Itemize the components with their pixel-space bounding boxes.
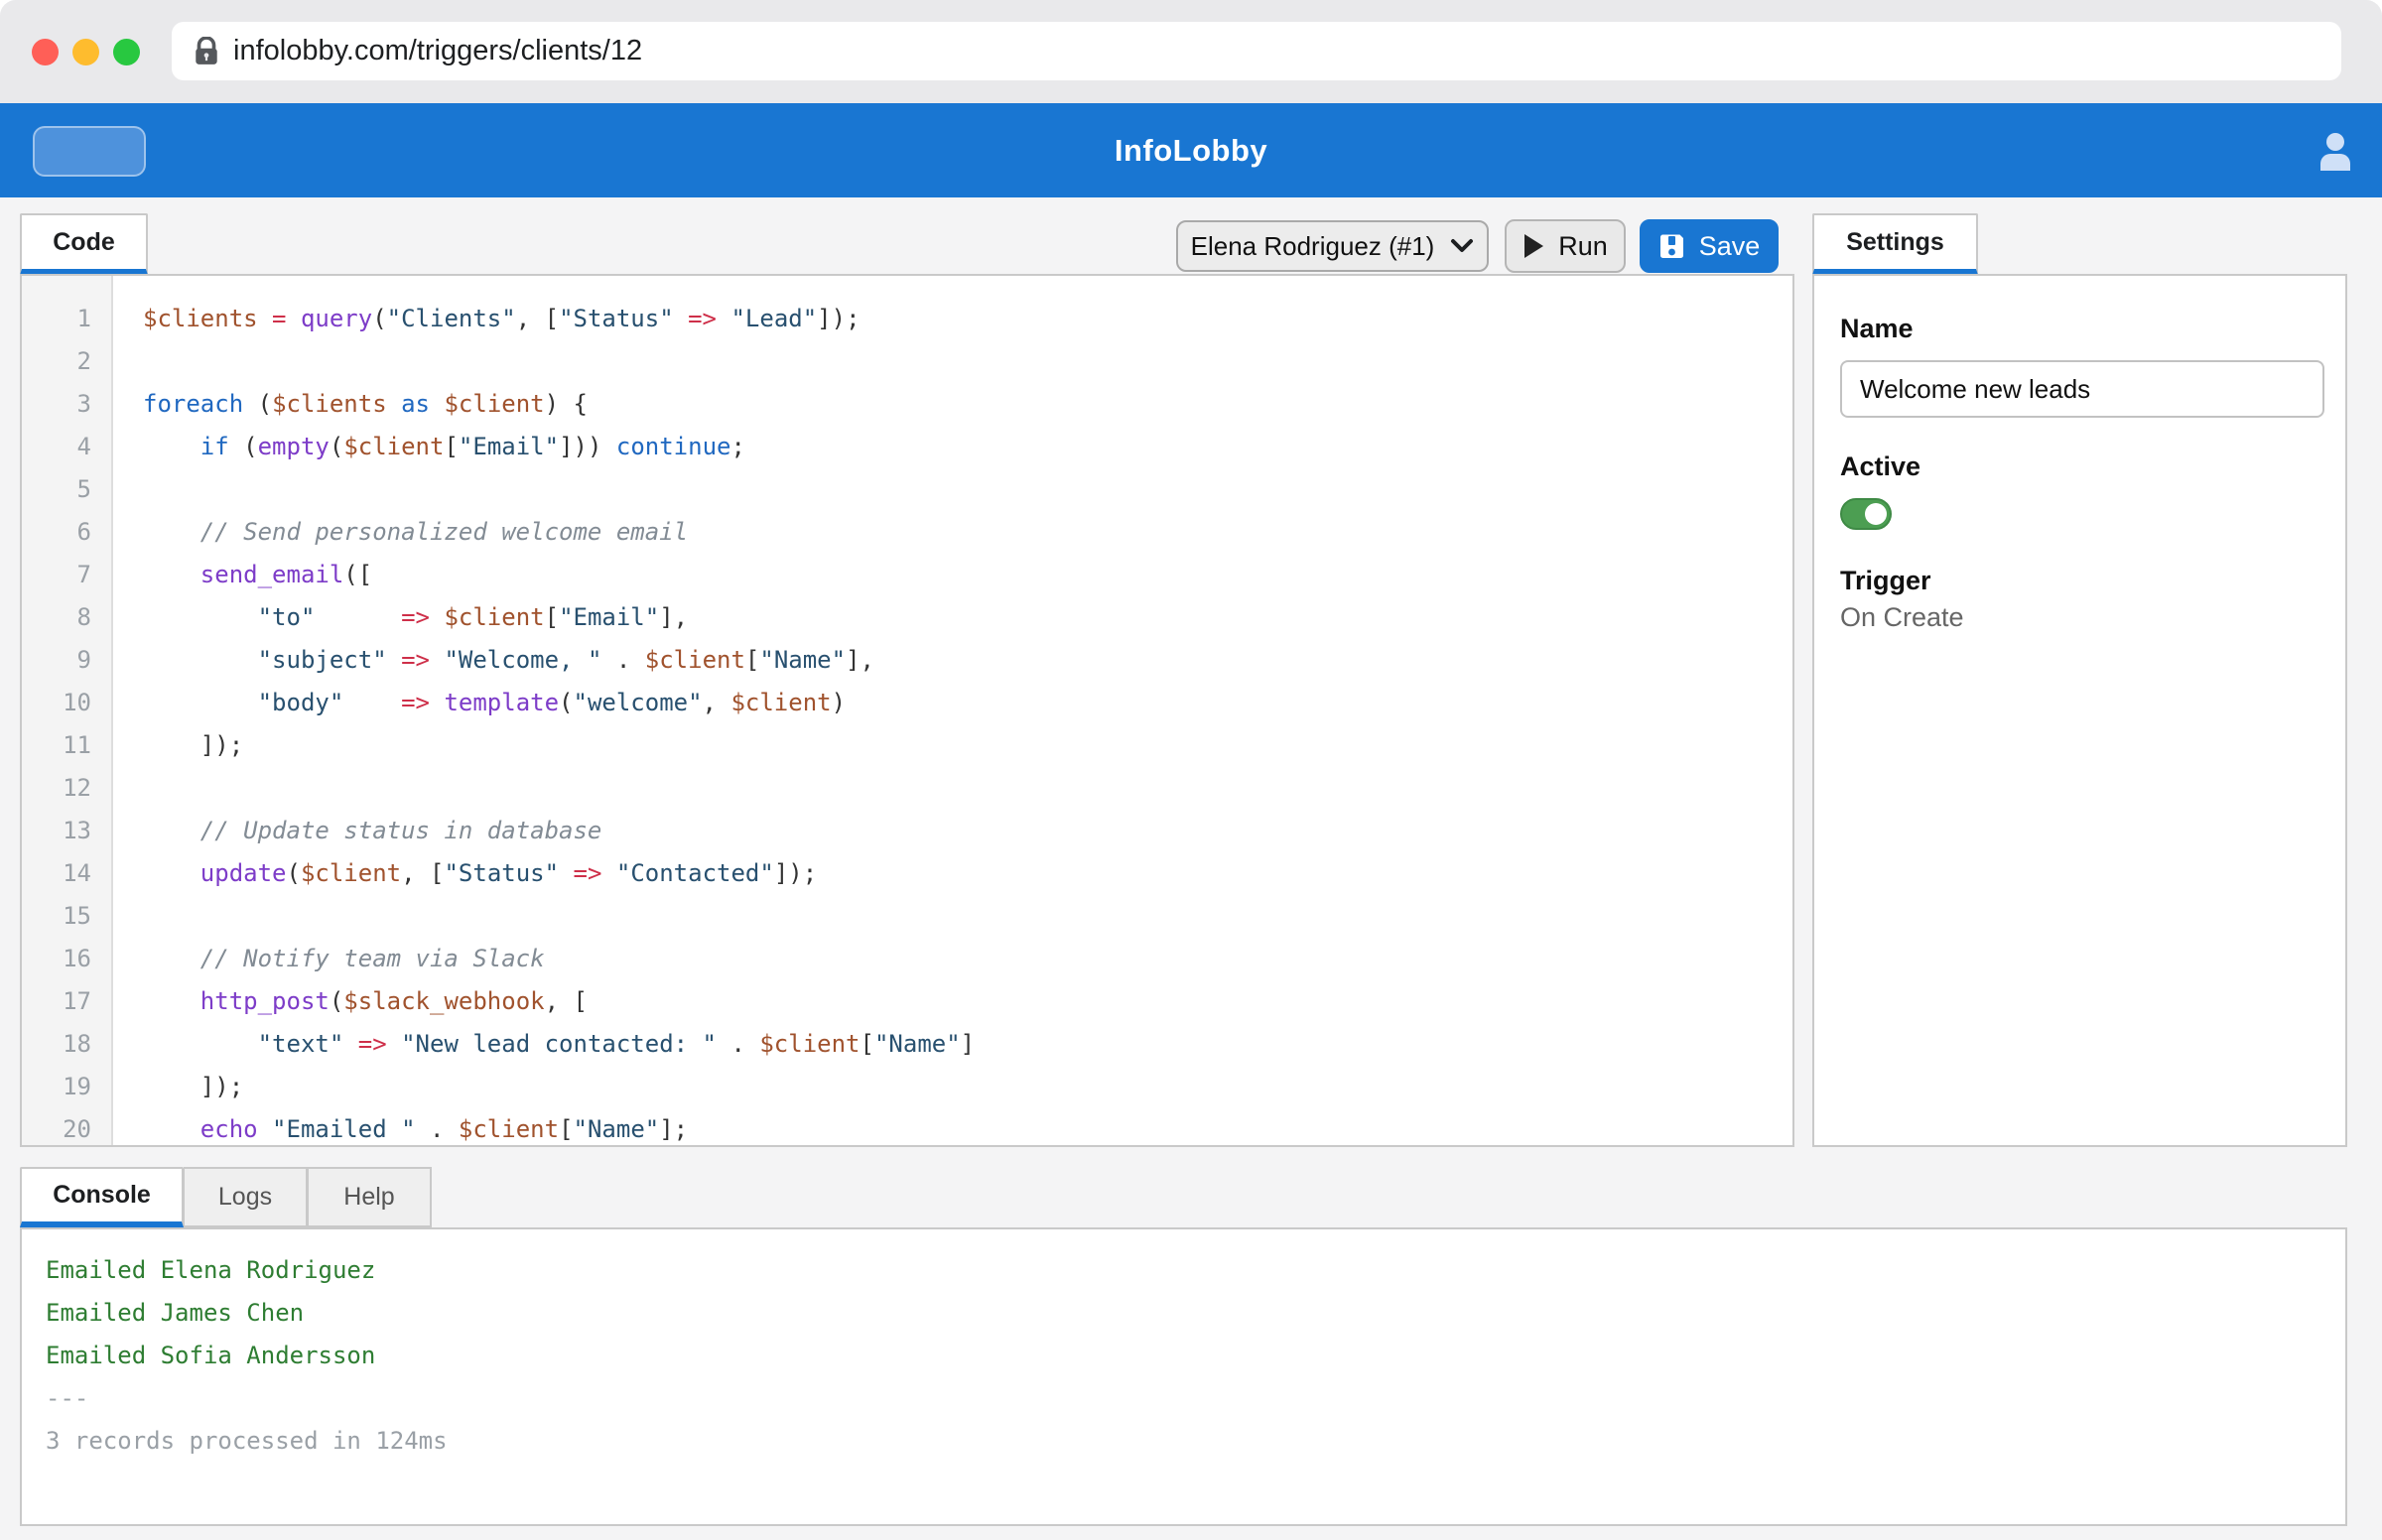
url-text: infolobby.com/triggers/clients/12 [233,35,642,67]
line-number: 7 [22,554,111,596]
browser-window: infolobby.com/triggers/clients/12 InfoLo… [0,0,2382,1540]
chevron-down-icon [1450,238,1474,254]
app-header: InfoLobby [0,103,2382,197]
name-label: Name [1840,314,2319,344]
line-number: 9 [22,639,111,682]
code-line: "text" => "New lead contacted: " . $clie… [143,1023,1792,1066]
line-number: 20 [22,1108,111,1147]
line-number: 19 [22,1066,111,1108]
tab-settings[interactable]: Settings [1812,213,1978,275]
code-line: // Update status in database [143,810,1792,852]
code-line: echo "Emailed " . $client["Name"]; [143,1108,1792,1145]
code-line: ]); [143,1066,1792,1108]
close-window-button[interactable] [32,39,59,65]
record-selector-value: Elena Rodriguez (#1) [1191,231,1435,262]
code-editor[interactable]: 1234567891011121314151617181920 $clients… [20,274,1794,1147]
zoom-window-button[interactable] [113,39,140,65]
code-line: foreach ($clients as $client) { [143,383,1792,426]
name-input[interactable] [1840,360,2324,418]
minimize-window-button[interactable] [72,39,99,65]
run-button-label: Run [1558,231,1608,262]
app-title: InfoLobby [0,103,2382,197]
line-number: 6 [22,511,111,554]
line-numbers: 1234567891011121314151617181920 [22,276,113,1145]
line-number: 4 [22,426,111,468]
line-number: 18 [22,1023,111,1066]
line-number: 15 [22,895,111,938]
run-button[interactable]: Run [1505,219,1626,273]
code-line: update($client, ["Status" => "Contacted"… [143,852,1792,895]
line-number: 14 [22,852,111,895]
tab-logs[interactable]: Logs [184,1167,308,1227]
console-line: Emailed Sofia Andersson [46,1335,2345,1377]
settings-panel: Name Active Trigger On Create [1812,274,2347,1147]
line-number: 5 [22,468,111,511]
code-line: send_email([ [143,554,1792,596]
console-line: --- [46,1377,2345,1420]
active-label: Active [1840,451,2319,482]
line-number: 8 [22,596,111,639]
line-number: 10 [22,682,111,724]
console-line: Emailed James Chen [46,1292,2345,1335]
code-line: // Send personalized welcome email [143,511,1792,554]
code-line: ]); [143,724,1792,767]
line-number: 11 [22,724,111,767]
line-number: 13 [22,810,111,852]
line-number: 3 [22,383,111,426]
trigger-label: Trigger [1840,566,2319,596]
code-line: http_post($slack_webhook, [ [143,980,1792,1023]
save-button[interactable]: Save [1640,219,1779,273]
trigger-value: On Create [1840,602,2319,633]
line-number: 1 [22,298,111,340]
code-line: "subject" => "Welcome, " . $client["Name… [143,639,1792,682]
tab-console[interactable]: Console [20,1167,184,1227]
code-line [143,767,1792,810]
line-number: 2 [22,340,111,383]
address-bar[interactable]: infolobby.com/triggers/clients/12 [172,22,2341,80]
play-icon [1522,233,1544,259]
line-number: 17 [22,980,111,1023]
save-button-label: Save [1699,231,1761,262]
code-line [143,468,1792,511]
line-number: 16 [22,938,111,980]
tab-help[interactable]: Help [308,1167,432,1227]
code-line: // Notify team via Slack [143,938,1792,980]
code-line: $clients = query("Clients", ["Status" =>… [143,298,1792,340]
tab-code-label: Code [53,228,115,257]
active-toggle[interactable] [1840,498,1892,530]
code-line: "body" => template("welcome", $client) [143,682,1792,724]
code-line [143,340,1792,383]
code-lines[interactable]: $clients = query("Clients", ["Status" =>… [113,276,1792,1145]
toggle-knob [1865,503,1887,525]
lock-icon [194,37,219,66]
console-output[interactable]: Emailed Elena RodriguezEmailed James Che… [20,1227,2347,1526]
code-line [143,895,1792,938]
tab-code[interactable]: Code [20,213,148,275]
browser-chrome: infolobby.com/triggers/clients/12 [0,0,2382,103]
user-account-icon[interactable] [2316,131,2354,171]
tab-help-label: Help [343,1183,394,1212]
tab-settings-label: Settings [1846,228,1944,257]
code-line: if (empty($client["Email"])) continue; [143,426,1792,468]
tab-logs-label: Logs [218,1183,272,1212]
save-icon [1658,233,1685,260]
code-line: "to" => $client["Email"], [143,596,1792,639]
console-line: 3 records processed in 124ms [46,1420,2345,1463]
record-selector-dropdown[interactable]: Elena Rodriguez (#1) [1176,220,1489,272]
line-number: 12 [22,767,111,810]
tab-console-label: Console [53,1181,151,1210]
console-line: Emailed Elena Rodriguez [46,1249,2345,1292]
